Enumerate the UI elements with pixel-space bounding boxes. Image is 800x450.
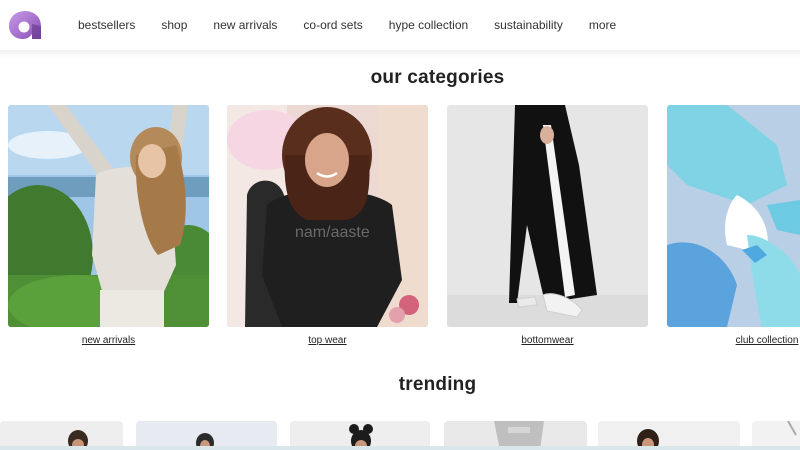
- category-image-new-arrivals: [8, 105, 209, 327]
- category-card-club-collection[interactable]: [667, 105, 800, 327]
- category-label-new-arrivals[interactable]: new arrivals: [8, 335, 209, 346]
- main-nav: bestsellers shop new arrivals co-ord set…: [78, 17, 642, 33]
- category-card-new-arrivals[interactable]: [8, 105, 209, 327]
- nav-item-hype-collection[interactable]: hype collection: [389, 17, 468, 33]
- trending-title: trending: [398, 374, 477, 395]
- nav-item-sustainability[interactable]: sustainability: [494, 17, 563, 33]
- nav-item-co-ord-sets[interactable]: co-ord sets: [303, 17, 362, 33]
- header-divider: [0, 50, 800, 58]
- category-label-club-collection[interactable]: club collection: [700, 335, 800, 346]
- category-image-club-collection: [667, 105, 800, 327]
- nav-item-bestsellers[interactable]: bestsellers: [78, 17, 135, 33]
- site-header: bestsellers shop new arrivals co-ord set…: [0, 0, 800, 50]
- brand-logo-icon[interactable]: [8, 10, 42, 40]
- nav-item-more[interactable]: more: [589, 17, 616, 33]
- nav-item-shop[interactable]: shop: [161, 17, 187, 33]
- bottom-strip: [0, 446, 800, 450]
- shirt-print-text: nam/aaste: [295, 224, 370, 241]
- nav-item-new-arrivals[interactable]: new arrivals: [213, 17, 277, 33]
- category-image-top-wear: nam/aaste: [227, 105, 428, 327]
- category-image-bottomwear: [447, 105, 648, 327]
- categories-title: our categories: [370, 67, 505, 88]
- category-card-bottomwear[interactable]: [447, 105, 648, 327]
- category-card-top-wear[interactable]: nam/aaste: [227, 105, 428, 327]
- category-label-bottomwear[interactable]: bottomwear: [447, 335, 648, 346]
- category-label-top-wear[interactable]: top wear: [227, 335, 428, 346]
